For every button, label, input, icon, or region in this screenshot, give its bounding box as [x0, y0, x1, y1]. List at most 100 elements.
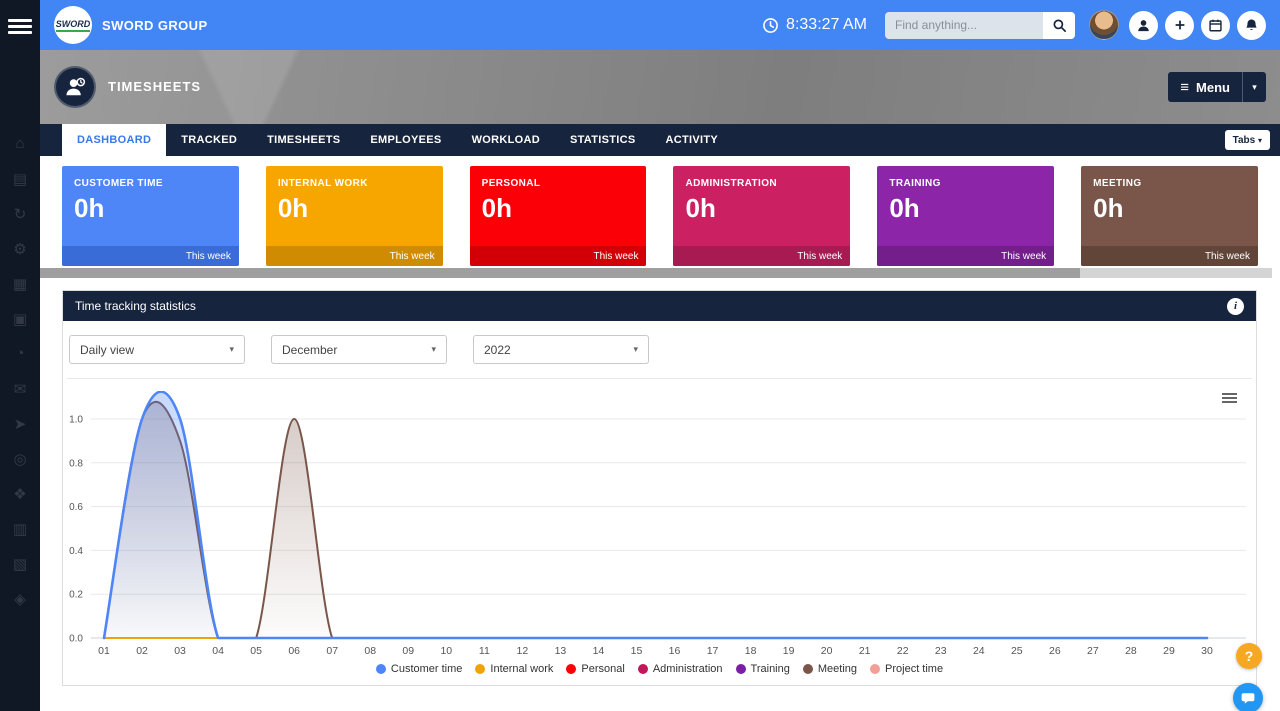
stat-card-internal-work[interactable]: INTERNAL WORK0hThis week	[266, 166, 443, 266]
chevron-down-icon: ▾	[633, 344, 638, 355]
svg-text:30: 30	[1201, 645, 1213, 657]
svg-text:26: 26	[1049, 645, 1061, 657]
tab-statistics[interactable]: STATISTICS	[555, 124, 651, 156]
scrollbar-thumb[interactable]	[40, 268, 1080, 278]
settings-icon[interactable]: ⚙	[0, 231, 40, 266]
view-select[interactable]: Daily view▾	[69, 335, 245, 364]
tab-activity[interactable]: ACTIVITY	[651, 124, 734, 156]
menu-dropdown-button[interactable]: ▾	[1242, 72, 1266, 102]
calendar-icon	[1208, 18, 1223, 33]
search-button[interactable]	[1043, 12, 1075, 39]
team-icon[interactable]: ▤	[0, 161, 40, 196]
menu-button-label: Menu	[1196, 80, 1230, 95]
tab-workload[interactable]: WORKLOAD	[457, 124, 555, 156]
user-button[interactable]	[1129, 11, 1158, 40]
month-select[interactable]: December▾	[271, 335, 447, 364]
legend-marker	[475, 664, 485, 674]
horizontal-scrollbar[interactable]	[40, 268, 1272, 278]
sync-icon[interactable]: ↻	[0, 196, 40, 231]
svg-text:29: 29	[1163, 645, 1175, 657]
legend-label: Project time	[885, 663, 943, 675]
card-label: CUSTOMER TIME	[74, 178, 163, 189]
legend-marker	[638, 664, 648, 674]
card-label: TRAINING	[889, 178, 941, 189]
sword-logo[interactable]: SWORD	[54, 6, 92, 44]
card-label: MEETING	[1093, 178, 1141, 189]
plus-button[interactable]	[1165, 11, 1194, 40]
current-time: 8:33:27 AM	[786, 16, 867, 34]
info-button[interactable]: i	[1227, 298, 1244, 315]
svg-text:20: 20	[821, 645, 833, 657]
chat-icon[interactable]: ❖	[0, 476, 40, 511]
stat-card-training[interactable]: TRAINING0hThis week	[877, 166, 1054, 266]
sword-logo-text: SWORD	[56, 19, 91, 32]
home-icon[interactable]: ⌂	[0, 126, 40, 161]
module-icon[interactable]: ▣	[0, 301, 40, 336]
svg-text:0.2: 0.2	[69, 590, 83, 601]
svg-text:03: 03	[174, 645, 186, 657]
svg-text:07: 07	[326, 645, 338, 657]
search-icon	[1052, 18, 1067, 33]
calendar-button[interactable]	[1201, 11, 1230, 40]
card-period: This week	[673, 246, 850, 266]
bell-button[interactable]	[1237, 11, 1266, 40]
time-tracking-chart: 0.00.20.40.60.81.00102030405060708091011…	[63, 383, 1256, 661]
tab-tracked[interactable]: TRACKED	[166, 124, 252, 156]
card-label: ADMINISTRATION	[685, 178, 777, 189]
grid-icon[interactable]: ▦	[0, 266, 40, 301]
tabs-dropdown-button[interactable]: Tabs ▾	[1225, 130, 1270, 150]
svg-text:25: 25	[1011, 645, 1023, 657]
tab-timesheets[interactable]: TIMESHEETS	[252, 124, 355, 156]
svg-text:27: 27	[1087, 645, 1099, 657]
legend-item-administration[interactable]: Administration	[638, 663, 723, 675]
svg-text:22: 22	[897, 645, 909, 657]
tab-dashboard[interactable]: DASHBOARD	[62, 124, 166, 156]
card-period: This week	[470, 246, 647, 266]
sidebar-icon-list: ⌂▤↻⚙▦▣◔✉➤◎❖▥▧◈	[0, 126, 40, 616]
data-icon[interactable]: ◈	[0, 581, 40, 616]
legend-item-training[interactable]: Training	[736, 663, 790, 675]
chart-icon[interactable]: ◔	[0, 336, 40, 371]
docs-icon[interactable]: ▧	[0, 546, 40, 581]
filters-row: Daily view▾December▾2022▾	[63, 321, 1256, 364]
menu-button-group: ≡ Menu ▾	[1168, 72, 1266, 102]
card-value: 0h	[482, 193, 512, 224]
search-icon[interactable]: ◎	[0, 441, 40, 476]
card-value: 0h	[278, 193, 308, 224]
svg-text:13: 13	[555, 645, 567, 657]
legend-item-internal-work[interactable]: Internal work	[475, 663, 553, 675]
menu-button[interactable]: ≡ Menu	[1168, 72, 1242, 102]
stat-card-personal[interactable]: PERSONAL0hThis week	[470, 166, 647, 266]
legend-item-project-time[interactable]: Project time	[870, 663, 943, 675]
legend-marker	[803, 664, 813, 674]
stat-card-meeting[interactable]: MEETING0hThis week	[1081, 166, 1258, 266]
legend-item-customer-time[interactable]: Customer time	[376, 663, 463, 675]
year-select[interactable]: 2022▾	[473, 335, 649, 364]
legend-item-personal[interactable]: Personal	[566, 663, 624, 675]
stat-card-customer-time[interactable]: CUSTOMER TIME0hThis week	[62, 166, 239, 266]
brand-title: SWORD GROUP	[102, 18, 208, 33]
svg-text:08: 08	[364, 645, 376, 657]
statistics-panel: Time tracking statistics i Daily view▾De…	[62, 290, 1257, 686]
clock-display: 8:33:27 AM	[762, 16, 867, 34]
mail-icon[interactable]: ✉	[0, 371, 40, 406]
sidebar-toggle-button[interactable]	[0, 9, 40, 43]
help-button[interactable]: ?	[1236, 643, 1262, 669]
search-input[interactable]	[885, 12, 1043, 39]
send-icon[interactable]: ➤	[0, 406, 40, 441]
legend-label: Customer time	[391, 663, 463, 675]
legend-label: Administration	[653, 663, 723, 675]
topbar-actions	[1129, 11, 1266, 40]
divider	[67, 378, 1252, 379]
topbar: SWORD SWORD GROUP 8:33:27 AM	[40, 0, 1280, 50]
chart-legend: Customer time Internal work Personal Admini…	[63, 663, 1256, 675]
chat-button[interactable]	[1233, 683, 1263, 711]
view-select-value: Daily view	[80, 343, 134, 357]
users-icon[interactable]: ▥	[0, 511, 40, 546]
legend-item-meeting[interactable]: Meeting	[803, 663, 857, 675]
tab-employees[interactable]: EMPLOYEES	[355, 124, 456, 156]
legend-label: Internal work	[490, 663, 553, 675]
stat-card-administration[interactable]: ADMINISTRATION0hThis week	[673, 166, 850, 266]
avatar[interactable]	[1089, 10, 1119, 40]
svg-text:15: 15	[631, 645, 643, 657]
